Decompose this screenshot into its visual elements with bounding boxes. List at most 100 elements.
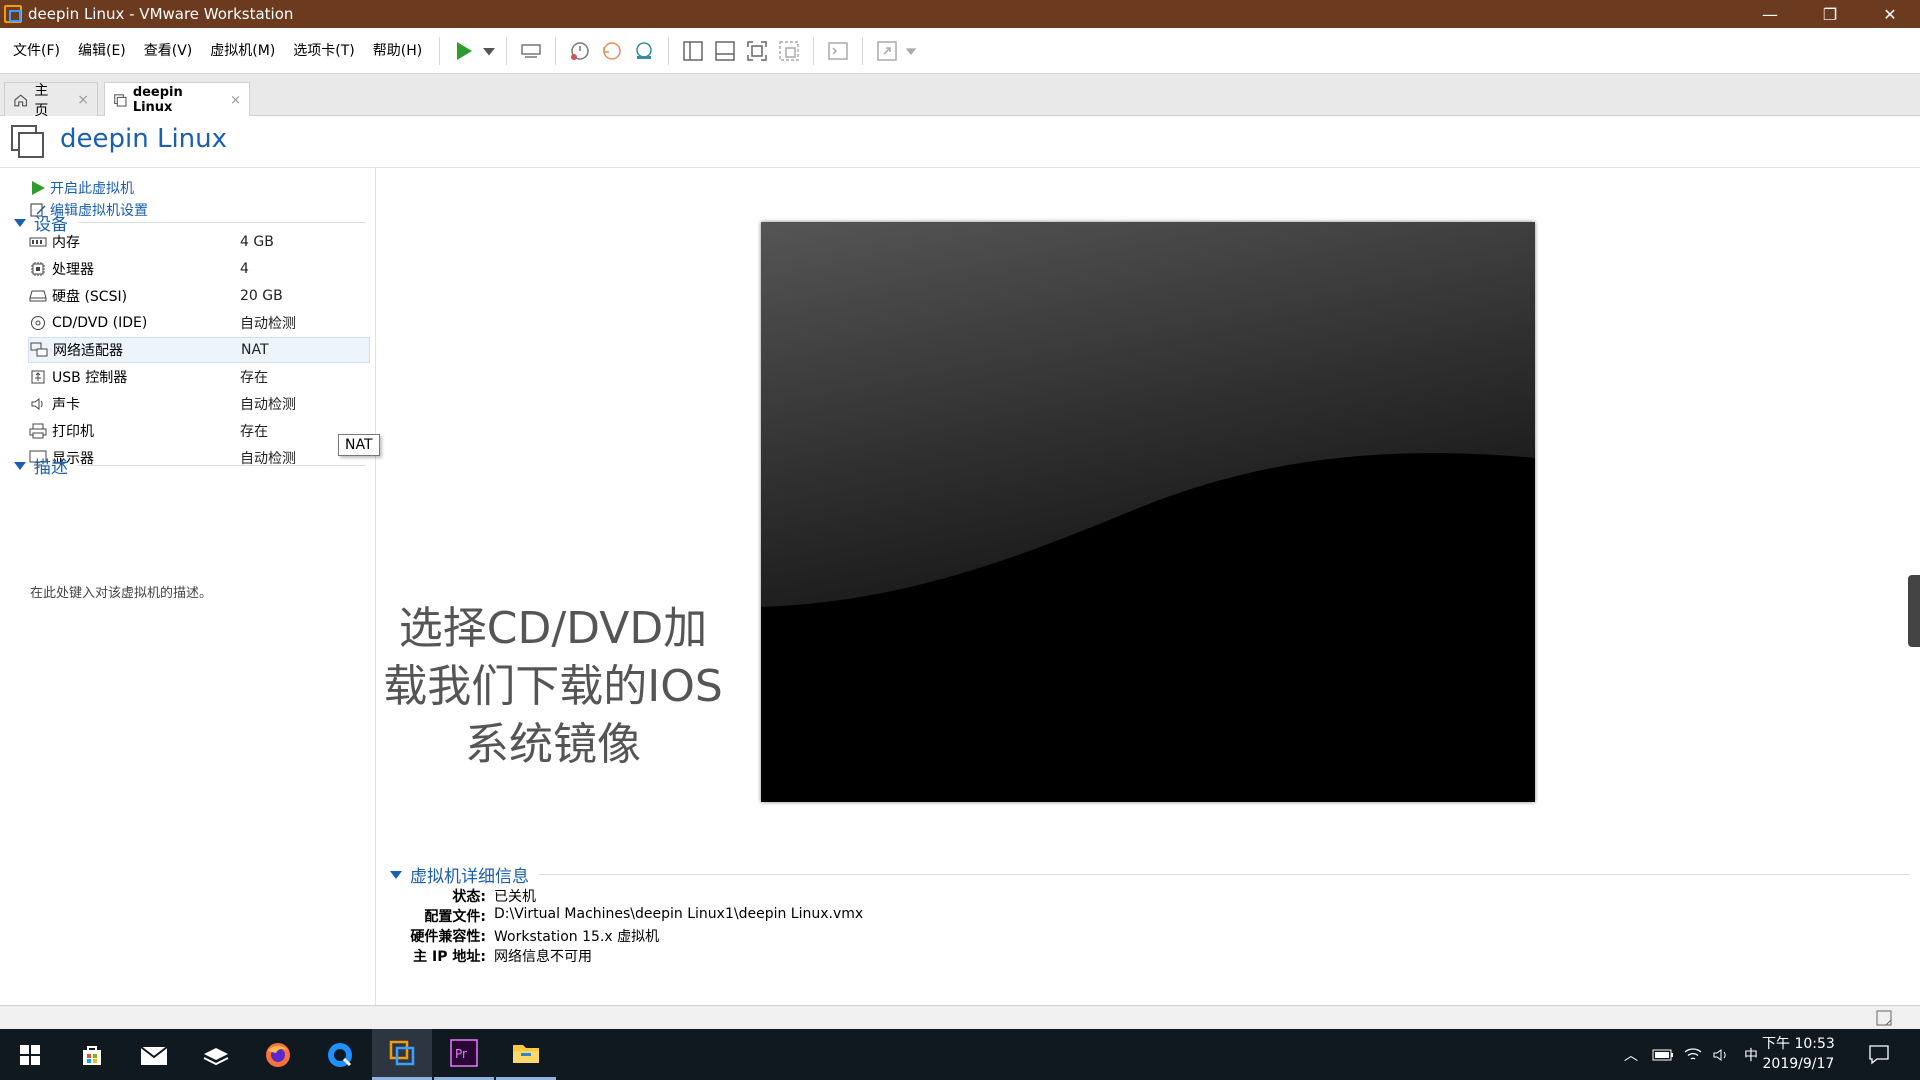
device-name: 内存 (52, 235, 80, 251)
input-method-indicator[interactable]: 中 (1744, 1045, 1758, 1065)
menu-help[interactable]: 帮助(H) (364, 36, 431, 66)
show-hidden-icons-chevron-icon[interactable]: ︿ (1616, 1045, 1646, 1065)
tab-deepin-linux-close-icon[interactable]: × (230, 93, 241, 108)
stack-icon (203, 1047, 229, 1065)
minimize-button[interactable]: — (1740, 0, 1800, 28)
taskbar-file-explorer[interactable] (496, 1029, 556, 1080)
section-divider (539, 874, 1910, 875)
detail-value: 网络信息不可用 (494, 949, 592, 965)
clock-date: 2019/9/17 (1762, 1056, 1835, 1072)
menu-edit[interactable]: 编辑(E) (69, 36, 135, 66)
power-on-button[interactable] (448, 35, 480, 67)
volume-icon[interactable] (1712, 1047, 1730, 1063)
windows-taskbar: Pr ︿ 中 下午 10:53 2019/9/17 (0, 1029, 1920, 1080)
preview-gloss-graphic (761, 222, 1535, 802)
menu-view[interactable]: 查看(V) (135, 36, 202, 66)
wifi-icon[interactable] (1684, 1047, 1702, 1063)
device-row-sound[interactable]: 声卡 自动检测 (28, 391, 370, 417)
snapshot-manager-button[interactable] (628, 35, 660, 67)
send-ctrl-alt-del-button[interactable] (515, 35, 547, 67)
taskbar-qq-browser[interactable] (310, 1029, 370, 1080)
device-value: 自动检测 (240, 316, 296, 332)
section-divider (78, 465, 366, 466)
fullscreen-button[interactable] (741, 35, 773, 67)
battery-icon[interactable] (1652, 1048, 1674, 1062)
device-name: 处理器 (52, 262, 94, 278)
device-row-cd-dvd[interactable]: CD/DVD (IDE) 自动检测 (28, 310, 370, 336)
menu-tabs[interactable]: 选项卡(T) (284, 36, 363, 66)
description-section-label: 描述 (34, 458, 68, 478)
detail-key: 配置文件: (424, 909, 486, 925)
stretch-guest-button[interactable] (871, 35, 903, 67)
tab-home-close-icon[interactable]: × (77, 92, 89, 108)
power-dropdown-button[interactable] (480, 35, 498, 67)
overlay-annotation: 选择CD/DVD加 载我们下载的IOS 系统镜像 (378, 600, 728, 774)
overlay-line: 选择CD/DVD加 (398, 603, 708, 654)
side-panel-handle[interactable] (1908, 575, 1920, 647)
tab-home[interactable]: 主页 × (4, 82, 98, 119)
power-on-vm-link[interactable]: 开启此虚拟机 (30, 178, 134, 198)
device-value: 4 GB (240, 234, 274, 250)
tab-deepin-linux[interactable]: deepin Linux × (104, 82, 250, 117)
device-row-memory[interactable]: 内存 4 GB (28, 229, 370, 255)
detail-key: 主 IP 地址: (413, 949, 486, 965)
show-thumbnail-bar-button[interactable] (709, 35, 741, 67)
taskbar-clock[interactable]: 下午 10:53 2019/9/17 (1762, 1034, 1835, 1074)
action-center-icon[interactable] (1868, 1043, 1890, 1065)
svg-text:Pr: Pr (455, 1047, 467, 1061)
folder-icon (513, 1045, 539, 1063)
unity-mode-button[interactable] (773, 35, 805, 67)
device-value: 自动检测 (240, 397, 296, 413)
menu-toolbar: 文件(F) 编辑(E) 查看(V) 虚拟机(M) 选项卡(T) 帮助(H) (0, 28, 1920, 74)
close-button[interactable]: ✕ (1860, 0, 1920, 28)
device-name: USB 控制器 (52, 370, 128, 386)
taskbar-firefox[interactable] (248, 1029, 308, 1080)
toolbar-separator (862, 36, 864, 65)
taskbar-vmware[interactable] (372, 1029, 432, 1080)
taskbar-premiere[interactable]: Pr (434, 1029, 494, 1080)
restore-button[interactable]: ❐ (1800, 0, 1860, 28)
taskbar-store[interactable] (62, 1029, 122, 1080)
device-row-harddisk[interactable]: 硬盘 (SCSI) 20 GB (28, 283, 370, 309)
menu-vm[interactable]: 虚拟机(M) (201, 36, 284, 66)
snapshot-manager-icon (636, 41, 652, 59)
message-log-icon[interactable] (1876, 1010, 1892, 1026)
toolbar-separator (506, 36, 508, 65)
toolbar-separator (439, 36, 441, 65)
network-icon (29, 342, 49, 358)
description-field[interactable]: 在此处键入对该虚拟机的描述。 (30, 582, 212, 601)
take-snapshot-button[interactable] (564, 35, 596, 67)
console-icon (828, 41, 848, 60)
vm-large-icon (11, 125, 44, 158)
play-icon (457, 41, 473, 60)
sound-icon (28, 396, 48, 412)
vm-preview-screen[interactable] (761, 222, 1535, 802)
vm-icon (114, 94, 127, 107)
vmware-app-icon (4, 5, 22, 23)
taskbar-mail[interactable] (124, 1029, 184, 1080)
stretch-dropdown-button[interactable] (903, 35, 919, 67)
console-view-button[interactable] (822, 35, 854, 67)
start-button[interactable] (0, 1029, 60, 1080)
window-title: deepin Linux - VMware Workstation (28, 5, 294, 23)
description-section-header[interactable]: 描述 (14, 453, 366, 478)
device-row-processor[interactable]: 处理器 4 (28, 256, 370, 282)
library-panel-icon (683, 40, 703, 61)
taskbar-app-bookstack[interactable] (186, 1029, 246, 1080)
menu-file[interactable]: 文件(F) (4, 36, 69, 66)
device-row-network-adapter[interactable]: 网络适配器 NAT (28, 337, 370, 363)
thumbnail-bar-icon (715, 40, 735, 61)
vmware-icon (389, 1040, 415, 1066)
device-row-usb[interactable]: USB 控制器 存在 (28, 364, 370, 390)
vm-header: deepin Linux (0, 116, 1920, 168)
detail-value: Workstation 15.x 虚拟机 (494, 929, 660, 945)
device-value: 存在 (240, 370, 268, 386)
revert-snapshot-button[interactable] (596, 35, 628, 67)
device-name: 硬盘 (SCSI) (52, 289, 128, 305)
show-library-button[interactable] (677, 35, 709, 67)
unity-icon (779, 40, 799, 61)
overlay-line: 系统镜像 (465, 719, 641, 770)
device-row-printer[interactable]: 打印机 存在 (28, 418, 370, 444)
detail-row-compatibility: 硬件兼容性: Workstation 15.x 虚拟机 (380, 926, 659, 946)
vm-details-section-header[interactable]: 虚拟机详细信息 (390, 862, 1910, 887)
